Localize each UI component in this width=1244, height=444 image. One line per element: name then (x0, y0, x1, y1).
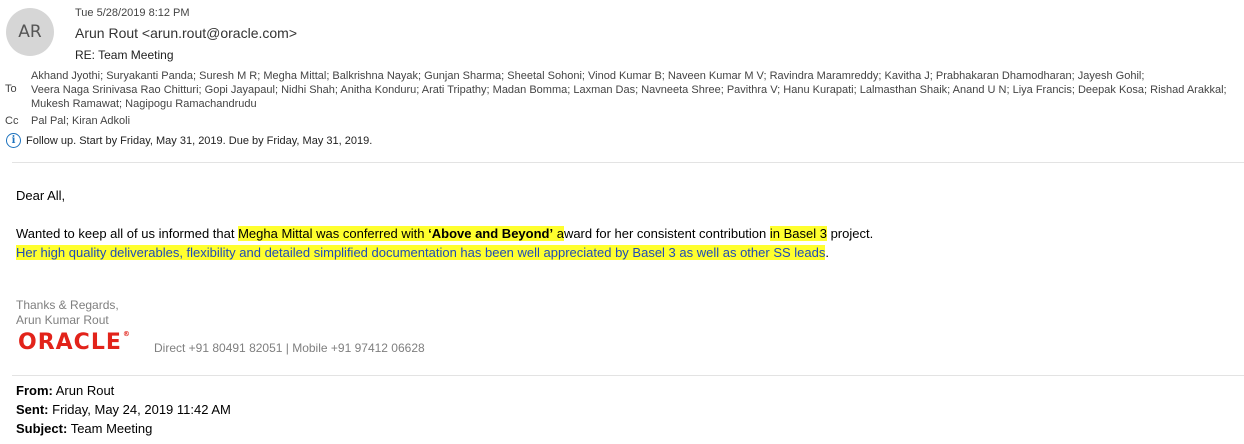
body-paragraph-1: Wanted to keep all of us informed that M… (16, 226, 873, 241)
signature-contact: Direct +91 80491 82051 | Mobile +91 9741… (154, 341, 425, 355)
to-line-1: Akhand Jyothi; Suryakanti Panda; Suresh … (31, 70, 1145, 82)
highlighted-text: Her high quality deliverables, flexibili… (16, 245, 812, 260)
text-segment: Wanted to keep all of us informed that (16, 226, 239, 241)
greeting: Dear All, (16, 188, 66, 203)
email-header: AR Tue 5/28/2019 8:12 PM Arun Rout <arun… (0, 0, 1244, 162)
text-segment: project. (826, 226, 874, 241)
highlighted-text: in Basel 3 (769, 226, 827, 241)
sender-name[interactable]: Arun Rout <arun.rout@oracle.com> (75, 25, 297, 41)
highlighted-text: Megha Mittal was conferred with (238, 226, 429, 241)
signature-name: Arun Kumar Rout (16, 313, 109, 327)
cc-recipients[interactable]: Pal Pal; Kiran Adkoli (31, 115, 130, 127)
to-line-2: Veera Naga Srinivasa Rao Chitturi; Gopi … (31, 84, 1227, 96)
to-recipients[interactable]: Akhand Jyothi; Suryakanti Panda; Suresh … (31, 69, 1244, 111)
quoted-subject: Subject: Team Meeting (16, 421, 152, 436)
to-label: To (5, 83, 17, 95)
sender-avatar[interactable]: AR (6, 8, 54, 56)
award-name: ‘Above and Beyond’ (428, 226, 554, 241)
quoted-from-label: From: (16, 383, 53, 398)
received-date: Tue 5/28/2019 8:12 PM (75, 7, 190, 19)
body-paragraph-2: Her high quality deliverables, flexibili… (16, 245, 829, 260)
quoted-sent-label: Sent: (16, 402, 49, 417)
text-segment: . (825, 245, 829, 260)
oracle-logo: ORACLE® (18, 330, 131, 355)
highlighted-text: ds (811, 245, 826, 260)
follow-up-text: Follow up. Start by Friday, May 31, 2019… (26, 134, 373, 147)
registered-mark: ® (122, 330, 131, 338)
follow-up-flag[interactable]: i Follow up. Start by Friday, May 31, 20… (6, 133, 372, 148)
quoted-from: From: Arun Rout (16, 383, 114, 398)
quote-divider (12, 375, 1244, 376)
quoted-subject-value: Team Meeting (70, 421, 153, 436)
signature-closing: Thanks & Regards, (16, 298, 119, 312)
logo-text: ORACLE (18, 330, 122, 355)
header-divider (12, 162, 1244, 163)
text-segment: ward for her consistent contribution (563, 226, 770, 241)
info-icon: i (6, 133, 21, 148)
quoted-subject-label: Subject: (16, 421, 68, 436)
to-line-3: Mukesh Ramawat; Nagipogu Ramachandrudu (31, 98, 257, 110)
quoted-from-value: Arun Rout (55, 383, 115, 398)
quoted-sent-value: Friday, May 24, 2019 11:42 AM (52, 402, 231, 417)
quoted-sent: Sent: Friday, May 24, 2019 11:42 AM (16, 402, 231, 417)
cc-label: Cc (5, 115, 19, 127)
email-subject: RE: Team Meeting (75, 48, 174, 62)
highlighted-text: a (553, 226, 564, 241)
